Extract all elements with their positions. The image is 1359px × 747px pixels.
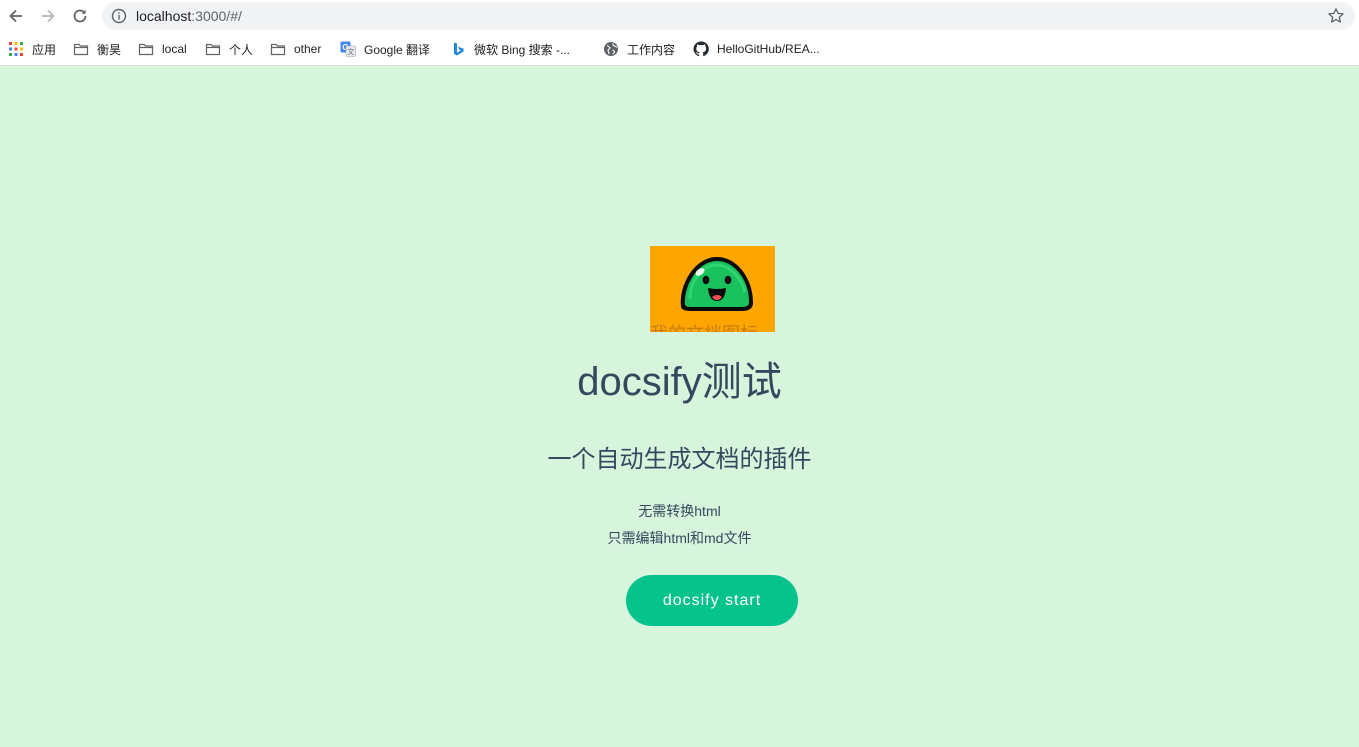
bookmark-label: 衡昊	[97, 42, 122, 57]
bookmark-bing[interactable]: 微软 Bing 搜索 -...	[450, 40, 570, 58]
info-icon[interactable]	[111, 8, 127, 24]
bookmark-label: 微软 Bing 搜索 -...	[474, 42, 571, 57]
bookmark-label: 工作内容	[627, 42, 676, 57]
bookmark-label: 应用	[32, 42, 57, 57]
logo-caption: 我的文档图标	[650, 324, 775, 332]
url-host: localhost	[136, 8, 192, 24]
cover-page: 我的文档图标 docsify测试 一个自动生成文档的插件 无需转换html 只需…	[0, 66, 1359, 747]
folder-icon	[270, 43, 286, 56]
bing-icon	[454, 42, 464, 56]
bookmark-label: other	[294, 42, 322, 56]
cover-description-line: 只需编辑html和md文件	[607, 530, 752, 546]
cover-description-line: 无需转换html	[638, 503, 721, 519]
folder-icon	[73, 43, 89, 56]
bookmark-google-translate[interactable]: G 文 Google 翻译	[340, 40, 430, 58]
globe-icon	[604, 42, 618, 56]
star-icon[interactable]	[1327, 7, 1345, 25]
bookmark-folder-other[interactable]: other	[270, 40, 321, 58]
bookmark-label: HelloGitHub/REA...	[717, 42, 820, 56]
arrow-left-icon	[9, 9, 22, 23]
github-icon	[693, 41, 709, 57]
bookmark-folder-local[interactable]: local	[138, 40, 187, 58]
docsify-start-button[interactable]: docsify start	[626, 575, 798, 626]
bookmark-folder-henghao[interactable]: 衡昊	[73, 40, 121, 58]
bookmark-label: local	[162, 42, 187, 56]
bookmark-label: 个人	[229, 42, 254, 57]
bookmark-apps[interactable]: 应用	[8, 40, 56, 58]
browser-toolbar: localhost:3000/#/	[0, 0, 1359, 33]
bookmark-work[interactable]: 工作内容	[603, 40, 675, 58]
back-button[interactable]	[4, 4, 28, 28]
cover-logo: 我的文档图标	[650, 246, 775, 332]
svg-text:文: 文	[347, 47, 354, 56]
slime-logo-icon	[680, 257, 754, 311]
cover-subtitle: 一个自动生成文档的插件	[547, 446, 812, 473]
apps-grid-icon	[9, 42, 23, 56]
url-text[interactable]: localhost:3000/#/	[136, 8, 242, 24]
bookmarks-bar: 应用 衡昊 local 个人 other G 文 Google 翻译 微软 Bi…	[0, 33, 1359, 66]
bookmark-folder-personal[interactable]: 个人	[205, 40, 253, 58]
url-path: :3000/#/	[191, 8, 242, 24]
reload-icon	[73, 9, 87, 23]
cover-title: docsify测试	[577, 360, 782, 404]
folder-icon	[205, 43, 221, 56]
forward-button[interactable]	[36, 4, 60, 28]
google-translate-icon: G 文	[340, 41, 356, 57]
address-bar[interactable]: localhost:3000/#/	[102, 2, 1355, 30]
arrow-right-icon	[42, 9, 55, 23]
bookmark-hellogithub[interactable]: HelloGitHub/REA...	[693, 40, 820, 58]
bookmark-label: Google 翻译	[364, 42, 431, 57]
reload-button[interactable]	[68, 4, 92, 28]
folder-icon	[138, 43, 154, 56]
